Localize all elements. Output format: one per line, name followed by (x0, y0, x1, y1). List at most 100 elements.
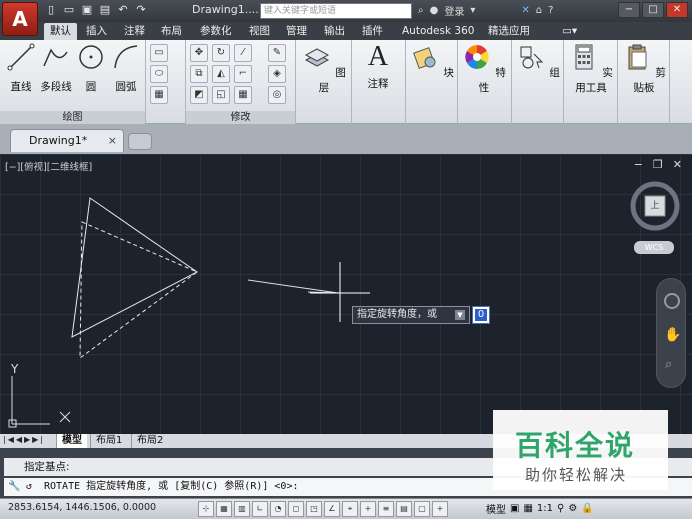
down-arrow-icon[interactable]: ▼ (455, 310, 465, 320)
annotation-tool[interactable]: A 注释 (354, 42, 402, 91)
utilities-tool[interactable]: 实用工具 (567, 42, 615, 95)
login-link[interactable]: 登录 (444, 3, 464, 18)
layout-nav-arrows[interactable]: |◀◀▶▶| (3, 435, 45, 444)
osnap-icon[interactable]: ◻ (288, 501, 304, 517)
dynamic-input-text: 指定旋转角度，或 (357, 309, 437, 320)
quick-view-drawings-icon[interactable]: ▦ (523, 503, 532, 514)
tab-parametric[interactable]: 参数化 (194, 23, 238, 40)
ellipse-icon[interactable]: ⬭ (150, 65, 168, 83)
3dosnap-icon[interactable]: ◳ (306, 501, 322, 517)
arc-tool[interactable]: 圆弧 (108, 42, 144, 94)
workspace-icon[interactable]: ⚙ (568, 503, 577, 514)
tab-view[interactable]: 视图 (243, 23, 276, 40)
infer-icon[interactable]: ⊹ (198, 501, 214, 517)
modify-panel-label[interactable]: 修改 (186, 111, 295, 124)
tab-autodesk360[interactable]: Autodesk 360 (396, 23, 480, 40)
fillet-icon[interactable]: ⌐ (234, 65, 252, 83)
tab-layout[interactable]: 布局 (155, 23, 188, 40)
snap-icon[interactable]: ▦ (216, 501, 232, 517)
group-tool[interactable]: 组 (514, 42, 562, 80)
close-icon[interactable]: × (108, 130, 117, 152)
annotation-scale[interactable]: 1:1 (537, 503, 553, 514)
pan-icon[interactable]: ✋ (664, 327, 681, 343)
tab-layout1[interactable]: 布局1 (90, 434, 127, 448)
stretch-icon[interactable]: ◩ (190, 86, 208, 104)
clipboard-tool[interactable]: 剪贴板 (620, 42, 668, 95)
dropdown-icon[interactable]: ▾ (470, 5, 475, 16)
line-tool[interactable]: 直线 (0, 42, 42, 94)
angle-input-value[interactable]: 0 (475, 309, 487, 321)
maximize-button[interactable]: □ (642, 2, 664, 18)
lineweight-icon[interactable]: ≡ (378, 501, 394, 517)
wcs-menu[interactable]: WCS (634, 241, 674, 254)
new-icon[interactable]: ▯ (44, 3, 58, 17)
circle-tool[interactable]: 圆 (76, 42, 106, 94)
angle-input-field[interactable]: 0 (472, 306, 490, 324)
offset-icon[interactable]: ◎ (268, 86, 286, 104)
annotation-visibility-icon[interactable]: ⚲ (557, 503, 564, 514)
tab-featured-apps[interactable]: 精选应用 (482, 23, 536, 40)
model-space-button[interactable]: 模型 (486, 501, 506, 516)
tab-output[interactable]: 输出 (318, 23, 351, 40)
rotate-icon[interactable]: ↻ (212, 44, 230, 62)
steering-wheel-icon[interactable] (664, 293, 680, 309)
copy-icon[interactable]: ⧉ (190, 65, 208, 83)
wrench-icon[interactable]: 🔧 (8, 478, 20, 496)
ducs-icon[interactable]: ⌖ (342, 501, 358, 517)
rectangle-icon[interactable]: ▭ (150, 44, 168, 62)
exchange-icon[interactable]: ✕ (521, 5, 529, 16)
undo-icon[interactable]: ↶ (116, 3, 130, 17)
user-icon[interactable]: ● (430, 5, 439, 16)
recent-commands-icon[interactable]: ↺ (26, 478, 32, 496)
save-icon[interactable]: ▣ (80, 3, 94, 17)
tab-manage[interactable]: 管理 (280, 23, 313, 40)
tab-model[interactable]: 模型 (56, 434, 87, 448)
saveas-icon[interactable]: ▤ (98, 3, 112, 17)
new-tab-button[interactable] (128, 133, 152, 150)
quick-view-layouts-icon[interactable]: ▣ (510, 503, 519, 514)
drawing-canvas[interactable]: [−][俯视][二维线框] − ❐ ✕ 上 WCS Y ✋ ⌕ 指定旋转角度，或… (0, 154, 692, 434)
qp-icon[interactable]: ▢ (414, 501, 430, 517)
polar-icon[interactable]: ◔ (270, 501, 286, 517)
explode-icon[interactable]: ◈ (268, 65, 286, 83)
move-icon[interactable]: ✥ (190, 44, 208, 62)
transparency-icon[interactable]: ▤ (396, 501, 412, 517)
properties-tool[interactable]: 特性 (460, 42, 508, 95)
block-tool[interactable]: 块 (408, 42, 456, 80)
trim-icon[interactable]: ⁄ (234, 44, 252, 62)
application-menu-button[interactable]: A (2, 2, 38, 36)
hatch-icon[interactable]: ▦ (150, 86, 168, 104)
close-button[interactable]: ✕ (666, 2, 688, 18)
otrack-icon[interactable]: ∠ (324, 501, 340, 517)
network-icon[interactable]: ⌂ (536, 5, 542, 16)
open-icon[interactable]: ▭ (62, 3, 76, 17)
mirror-icon[interactable]: ◭ (212, 65, 230, 83)
help-icon[interactable]: ? (548, 5, 553, 16)
tab-default[interactable]: 默认 (44, 23, 77, 40)
file-tab-drawing1[interactable]: Drawing1* × (10, 129, 124, 152)
lock-icon[interactable]: 🔒 (581, 503, 593, 514)
ribbon-toggle-icon[interactable]: ▭▾ (556, 23, 583, 40)
dyn-icon[interactable]: + (360, 501, 376, 517)
viewcube-face[interactable]: 上 (649, 198, 661, 211)
grid-icon[interactable]: ▥ (234, 501, 250, 517)
tab-insert[interactable]: 插入 (80, 23, 113, 40)
navigation-bar[interactable]: ✋ ⌕ (656, 278, 686, 388)
search-input[interactable]: 键入关键字或短语 (260, 3, 412, 19)
draw-panel-label[interactable]: 绘图 (0, 111, 145, 124)
tab-plugins[interactable]: 插件 (356, 23, 389, 40)
coordinates-readout[interactable]: 2853.6154, 1446.1506, 0.0000 (8, 502, 156, 513)
redo-icon[interactable]: ↷ (134, 3, 148, 17)
erase-icon[interactable]: ✎ (268, 44, 286, 62)
tab-layout2[interactable]: 布局2 (131, 434, 168, 448)
array-icon[interactable]: ▦ (234, 86, 252, 104)
zoom-icon[interactable]: ⌕ (665, 357, 672, 372)
minimize-button[interactable]: − (618, 2, 640, 18)
scale-icon[interactable]: ◱ (212, 86, 230, 104)
sc-icon[interactable]: + (432, 501, 448, 517)
ortho-icon[interactable]: ∟ (252, 501, 268, 517)
layers-tool[interactable]: 图层 (300, 42, 348, 95)
tab-annotate[interactable]: 注释 (118, 23, 151, 40)
polyline-tool[interactable]: 多段线 (38, 42, 74, 94)
binoculars-icon[interactable]: ⌕ (418, 5, 424, 16)
